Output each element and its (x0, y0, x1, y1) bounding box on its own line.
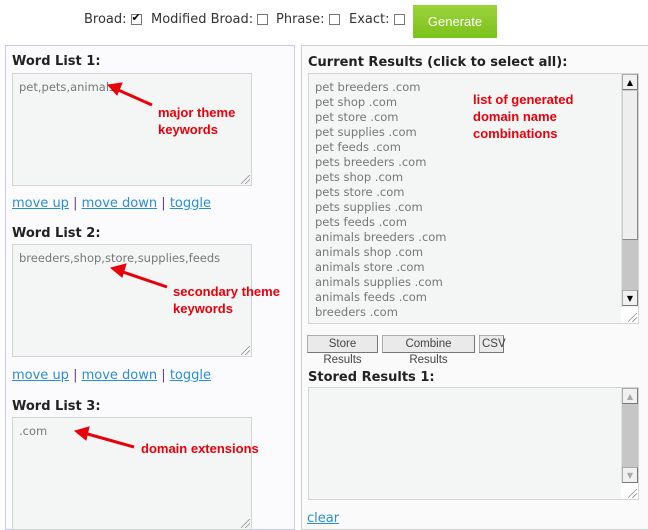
resize-grip-icon[interactable] (628, 313, 637, 322)
word-list-2-value: breeders,shop,store,supplies,feeds (19, 251, 221, 265)
annotation-line: major theme (158, 105, 236, 120)
stored-results-textarea[interactable]: ▲ ▼ (308, 387, 639, 500)
result-item: animals breeders .com (315, 230, 447, 244)
result-item: pets shop .com (315, 170, 404, 184)
separator: | (73, 368, 78, 383)
modified-broad-label: Modified Broad: (151, 12, 254, 27)
resize-grip-icon[interactable] (628, 489, 637, 498)
result-item: pets store .com (315, 185, 405, 199)
word-list-3-value: .com (19, 424, 48, 438)
move-down-link[interactable]: move down (82, 196, 158, 211)
word-list-1-value: pet,pets,animals, (19, 80, 119, 94)
annotation-line: secondary theme (173, 284, 280, 299)
broad-option[interactable]: Broad: (84, 11, 142, 27)
stored-scrollbar[interactable]: ▲ ▼ (621, 388, 638, 483)
result-item: pet feeds .com (315, 140, 401, 154)
combine-results-button[interactable]: Combine Results (382, 335, 475, 366)
scroll-up-icon[interactable]: ▲ (622, 74, 638, 90)
scroll-thumb[interactable] (622, 90, 638, 240)
toggle-link[interactable]: toggle (170, 196, 211, 211)
resize-grip-icon[interactable] (241, 175, 250, 184)
scroll-down-icon[interactable]: ▼ (622, 467, 638, 483)
word-list-3-textarea[interactable]: .com (12, 417, 252, 530)
toggle-link[interactable]: toggle (170, 368, 211, 383)
resize-grip-icon[interactable] (241, 346, 250, 355)
store-results-button[interactable]: Store Results (307, 335, 378, 366)
exact-option[interactable]: Exact: (349, 12, 405, 27)
clear-link-row: clear (307, 511, 339, 526)
move-down-link[interactable]: move down (82, 368, 158, 383)
result-item: animals supplies .com (315, 275, 443, 289)
stored-results-label: Stored Results 1: (308, 370, 435, 385)
move-up-link[interactable]: move up (12, 196, 69, 211)
annotation-line: list of generated (473, 92, 574, 107)
result-item: pets breeders .com (315, 155, 427, 169)
resize-corner (621, 483, 638, 499)
word-list-2-label: Word List 2: (12, 226, 101, 241)
move-up-link[interactable]: move up (12, 368, 69, 383)
word-list-3-label: Word List 3: (12, 399, 101, 414)
result-item: breeders .com (315, 305, 398, 319)
annotation-line: domain extensions (141, 441, 259, 456)
exact-checkbox[interactable] (393, 14, 405, 25)
word-list-1-label: Word List 1: (12, 54, 101, 69)
result-item: animals store .com (315, 260, 425, 274)
separator: | (161, 196, 166, 211)
broad-checkbox[interactable] (130, 11, 142, 25)
scroll-down-icon[interactable]: ▼ (622, 290, 638, 306)
scroll-track[interactable] (622, 240, 638, 290)
result-item: animals shop .com (315, 245, 424, 259)
phrase-option[interactable]: Phrase: (276, 12, 340, 27)
resize-grip-icon[interactable] (241, 519, 250, 528)
csv-button[interactable]: CSV (479, 335, 506, 353)
annotation-domain-extensions: domain extensions (141, 440, 259, 457)
phrase-checkbox[interactable] (328, 14, 340, 25)
phrase-label: Phrase: (276, 12, 325, 27)
generate-button[interactable]: Generate (413, 5, 497, 38)
separator: | (73, 196, 78, 211)
options-bar: Broad: Modified Broad: Phrase: Exact: Ge… (0, 0, 648, 44)
scroll-up-icon[interactable]: ▲ (622, 388, 638, 404)
separator: | (161, 368, 166, 383)
current-results-label[interactable]: Current Results (click to select all): (308, 55, 567, 70)
clear-link[interactable]: clear (307, 511, 339, 526)
result-item: pets feeds .com (315, 215, 407, 229)
annotation-generated-combinations: list of generated domain name combinatio… (473, 91, 573, 142)
annotation-line: keywords (173, 301, 233, 316)
results-panel: Current Results (click to select all): p… (301, 45, 648, 530)
word-list-1-links: move up | move down | toggle (12, 196, 211, 211)
broad-label: Broad: (84, 12, 127, 27)
result-item: animals feeds .com (315, 290, 427, 304)
modified-broad-option[interactable]: Modified Broad: (151, 12, 269, 27)
annotation-secondary-theme: secondary theme keywords (173, 283, 280, 317)
scroll-track[interactable] (622, 404, 638, 467)
result-item: pets supplies .com (315, 200, 423, 214)
results-scrollbar[interactable]: ▲ ▼ (621, 74, 638, 307)
modified-broad-checkbox[interactable] (257, 14, 269, 25)
exact-label: Exact: (349, 12, 390, 27)
annotation-line: combinations (473, 126, 558, 141)
annotation-line: domain name (473, 109, 557, 124)
word-list-2-links: move up | move down | toggle (12, 368, 211, 383)
resize-corner (621, 307, 638, 323)
annotation-major-theme: major theme keywords (158, 104, 235, 138)
annotation-line: keywords (158, 122, 218, 137)
